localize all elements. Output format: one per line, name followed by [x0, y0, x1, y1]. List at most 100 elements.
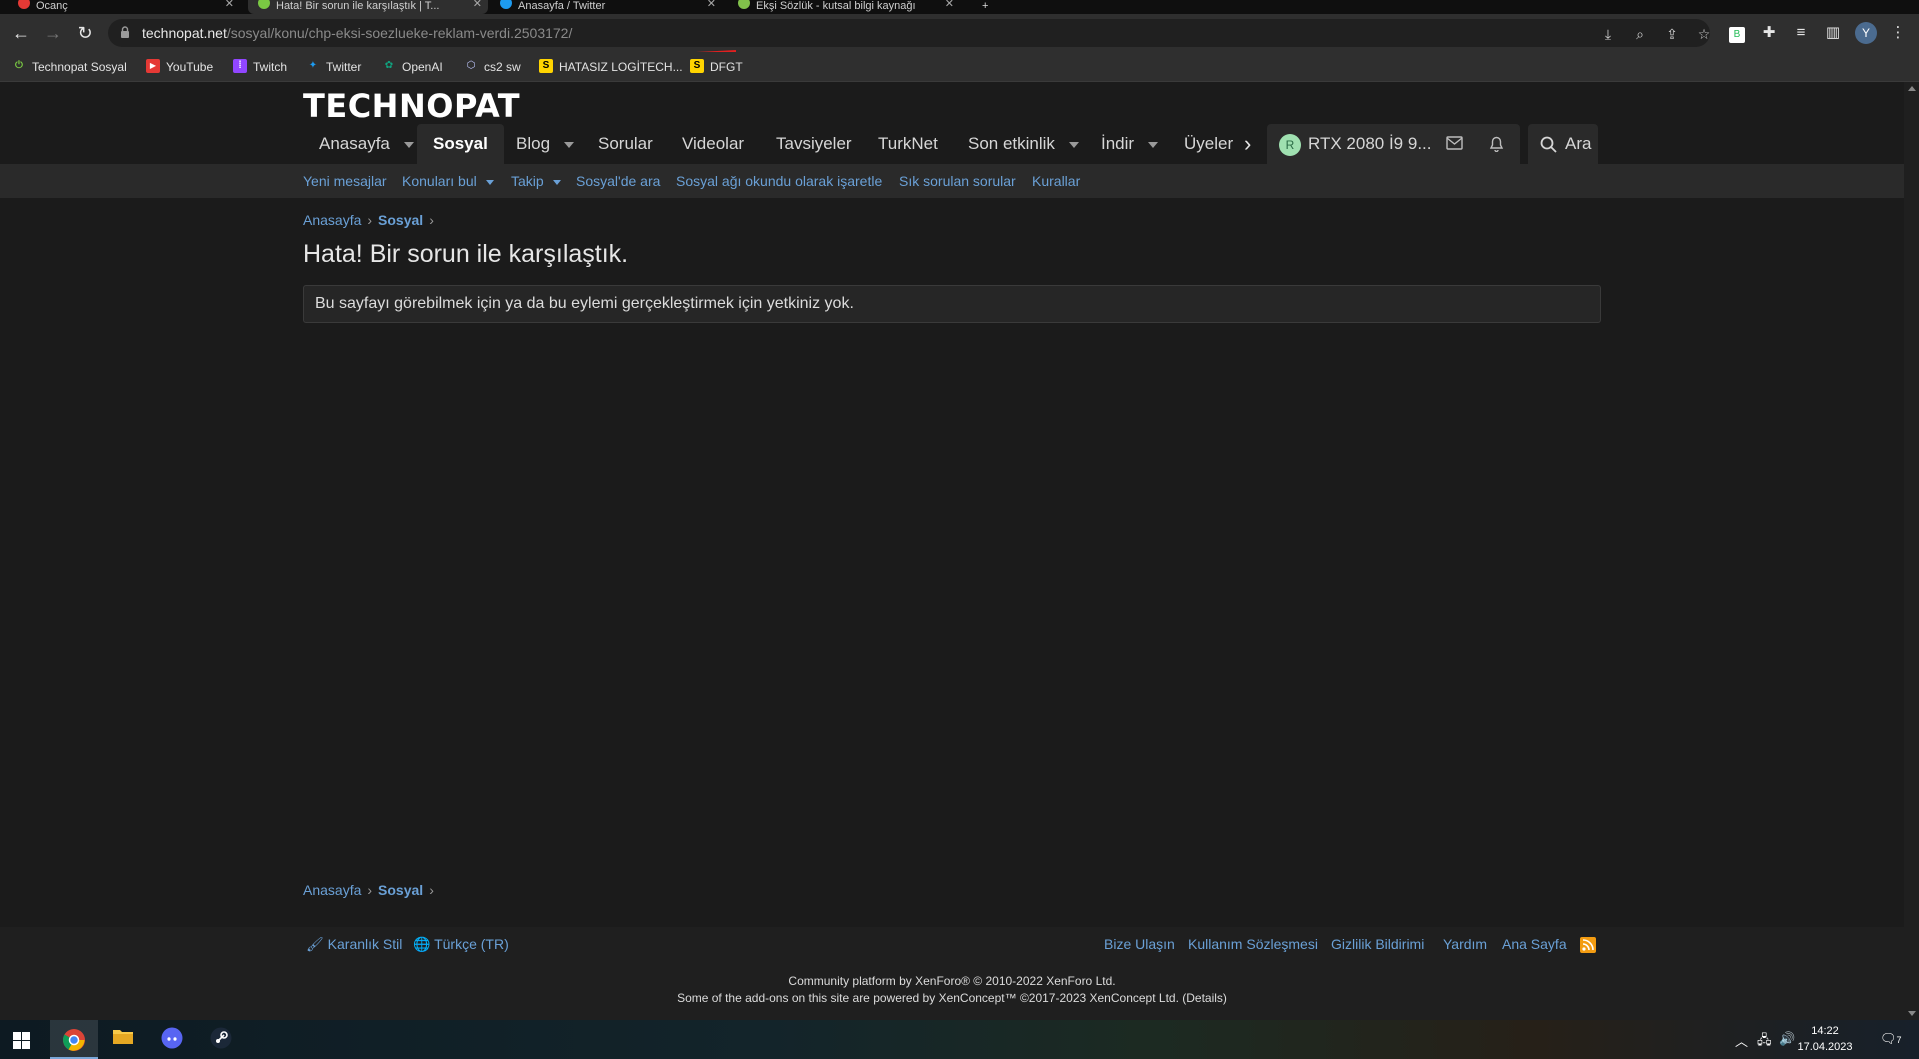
new-tab-button[interactable]: + [982, 0, 996, 14]
eksi-icon [738, 0, 750, 10]
close-tab-icon[interactable]: ✕ [473, 0, 482, 10]
tray-overflow-icon[interactable]: ︿ [1735, 1031, 1748, 1050]
browser-tab[interactable]: Ocanç ✕ [18, 0, 240, 14]
menu-kebab-icon[interactable]: ⋮ [1888, 23, 1908, 43]
taskbar-chrome[interactable] [50, 1020, 98, 1059]
sub-nav: Yeni mesajlar Konuları bul Takip Sosyal'… [0, 164, 1904, 198]
scroll-down-icon[interactable] [1908, 1011, 1916, 1016]
bookmark-openai[interactable]: ✿ OpenAI [382, 58, 443, 76]
footer-link-ana-sayfa[interactable]: Ana Sayfa [1502, 936, 1567, 952]
globe-icon: 🌐 [413, 936, 431, 952]
close-tab-icon[interactable]: ✕ [707, 0, 716, 10]
nav-sorular[interactable]: Sorular [598, 124, 653, 164]
s-icon: S [690, 59, 704, 74]
chevron-down-icon[interactable] [1068, 141, 1079, 148]
footer-link-kullanim[interactable]: Kullanım Sözleşmesi [1188, 936, 1318, 952]
nav-turknet[interactable]: TurkNet [878, 124, 938, 164]
scroll-up-icon[interactable] [1908, 86, 1916, 91]
breadcrumb-current[interactable]: Sosyal [378, 212, 423, 228]
zoom-icon[interactable]: ⌕ [1630, 24, 1650, 44]
language-chooser[interactable]: 🌐 Türkçe (TR) [413, 936, 509, 953]
steam-icon[interactable] [208, 1027, 234, 1053]
subnav-takip[interactable]: Takip [511, 164, 561, 198]
close-tab-icon[interactable]: ✕ [945, 0, 954, 10]
search-button[interactable]: Ara [1528, 124, 1598, 164]
media-queue-icon[interactable]: ≡ [1791, 23, 1811, 43]
windows-start-icon[interactable] [13, 1032, 30, 1049]
nav-indir[interactable]: İndir [1101, 124, 1159, 164]
discord-icon[interactable] [159, 1027, 185, 1053]
browser-tab[interactable]: Anasayfa / Twitter ✕ [500, 0, 722, 14]
close-tab-icon[interactable]: ✕ [225, 0, 234, 10]
system-clock[interactable]: 14:22 17.04.2023 [1790, 1023, 1860, 1055]
nav-blog[interactable]: Blog [516, 124, 575, 164]
chevron-down-icon[interactable] [403, 141, 414, 148]
back-button[interactable]: ← [8, 20, 34, 46]
nav-tavsiyeler[interactable]: Tavsiyeler [776, 124, 852, 164]
bookmark-dfgt[interactable]: S DFGT [690, 58, 743, 76]
search-icon [1540, 136, 1557, 153]
page-scrollbar[interactable] [1904, 82, 1919, 1020]
chevron-down-icon[interactable] [1148, 141, 1159, 148]
copyright-xenconcept: Some of the add-ons on this site are pow… [677, 991, 1227, 1005]
style-chooser[interactable]: 🖌 Karanlık Stil [306, 936, 402, 953]
chevron-right-icon: › [367, 212, 373, 228]
profile-avatar[interactable]: Y [1855, 22, 1877, 44]
file-explorer-icon[interactable] [110, 1027, 136, 1053]
bookmark-star-icon[interactable]: ☆ [1694, 24, 1714, 44]
side-panel-icon[interactable]: ▥ [1823, 23, 1843, 43]
browser-tab[interactable]: Ekşi Sözlük - kutsal bilgi kaynağı ✕ [738, 0, 960, 14]
nav-uyeler[interactable]: Üyeler [1184, 124, 1233, 164]
extensions-puzzle-icon[interactable]: ✚ [1759, 23, 1779, 43]
browser-tab-active[interactable]: Hata! Bir sorun ile karşılaştık | T... ✕ [248, 0, 488, 14]
chevron-down-icon[interactable] [552, 179, 561, 185]
chevron-right-icon[interactable]: › [1244, 124, 1251, 164]
breadcrumb-home[interactable]: Anasayfa [303, 212, 361, 228]
bookmark-twitch[interactable]: ⁞ Twitch [233, 58, 287, 76]
subnav-okundu-isaretle[interactable]: Sosyal ağı okundu olarak işaretle [676, 164, 882, 198]
envelope-icon[interactable] [1446, 136, 1463, 150]
share-icon[interactable]: ⇪ [1662, 24, 1682, 44]
page-title: Hata! Bir sorun ile karşılaştık. [303, 240, 629, 268]
s-icon: S [539, 59, 553, 74]
twitter-icon: ✦ [308, 60, 318, 72]
bell-icon[interactable] [1489, 135, 1504, 152]
avatar: R [1279, 134, 1301, 156]
bookmark-twitter[interactable]: ✦ Twitter [306, 58, 362, 76]
footer-link-bize-ulasin[interactable]: Bize Ulaşın [1104, 936, 1175, 952]
nav-son-etkinlik[interactable]: Son etkinlik [968, 124, 1079, 164]
extension-b-icon[interactable]: B [1727, 23, 1747, 43]
bookmark-technopat-sosyal[interactable]: ⏻ Technopat Sosyal [12, 58, 127, 76]
rss-icon[interactable] [1580, 937, 1596, 953]
forward-button[interactable]: → [40, 20, 66, 46]
bookmark-youtube[interactable]: ▶ YouTube [146, 58, 213, 76]
nav-videolar[interactable]: Videolar [682, 124, 744, 164]
notification-center-icon[interactable]: 🗨7 [1880, 1031, 1902, 1047]
breadcrumb-current[interactable]: Sosyal [378, 882, 423, 898]
network-icon[interactable]: 🖧 [1757, 1031, 1772, 1053]
reload-button[interactable]: ↻ [72, 20, 98, 46]
nav-sosyal[interactable]: Sosyal [417, 124, 504, 164]
subnav-kurallar[interactable]: Kurallar [1032, 164, 1080, 198]
nav-anasayfa[interactable]: Anasayfa [319, 124, 414, 164]
footer-link-yardim[interactable]: Yardım [1443, 936, 1487, 952]
site-logo[interactable]: TECHNOPAT [303, 87, 520, 125]
footer-link-gizlilik[interactable]: Gizlilik Bildirimi [1331, 936, 1424, 952]
subnav-konulari-bul[interactable]: Konuları bul [402, 164, 494, 198]
chevron-down-icon[interactable] [485, 179, 494, 185]
subnav-sosyalde-ara[interactable]: Sosyal'de ara [576, 164, 660, 198]
breadcrumb-home[interactable]: Anasayfa [303, 882, 361, 898]
address-bar[interactable]: technopat.net/sosyal/konu/chp-eksi-soezl… [108, 19, 1710, 58]
subnav-sss[interactable]: Sık sorulan sorular [899, 164, 1016, 198]
url-text: technopat.net/sosyal/konu/chp-eksi-soezl… [142, 25, 573, 41]
bookmark-cs2-sw[interactable]: ⬡ cs2 sw [464, 58, 521, 76]
twitter-icon [500, 0, 512, 10]
chevron-down-icon[interactable] [564, 141, 575, 148]
subnav-yeni-mesajlar[interactable]: Yeni mesajlar [303, 164, 387, 198]
breadcrumb-bottom: Anasayfa › Sosyal › [303, 882, 440, 902]
copyright-xenforo: Community platform by XenForo® © 2010-20… [788, 974, 1116, 988]
chrome-icon [63, 1029, 85, 1051]
install-app-icon[interactable]: ⤓ [1598, 24, 1618, 44]
bookmark-hatasiz-logitech[interactable]: S HATASIZ LOGİTECH... [539, 58, 683, 76]
user-menu[interactable]: R RTX 2080 İ9 9... [1267, 124, 1520, 164]
